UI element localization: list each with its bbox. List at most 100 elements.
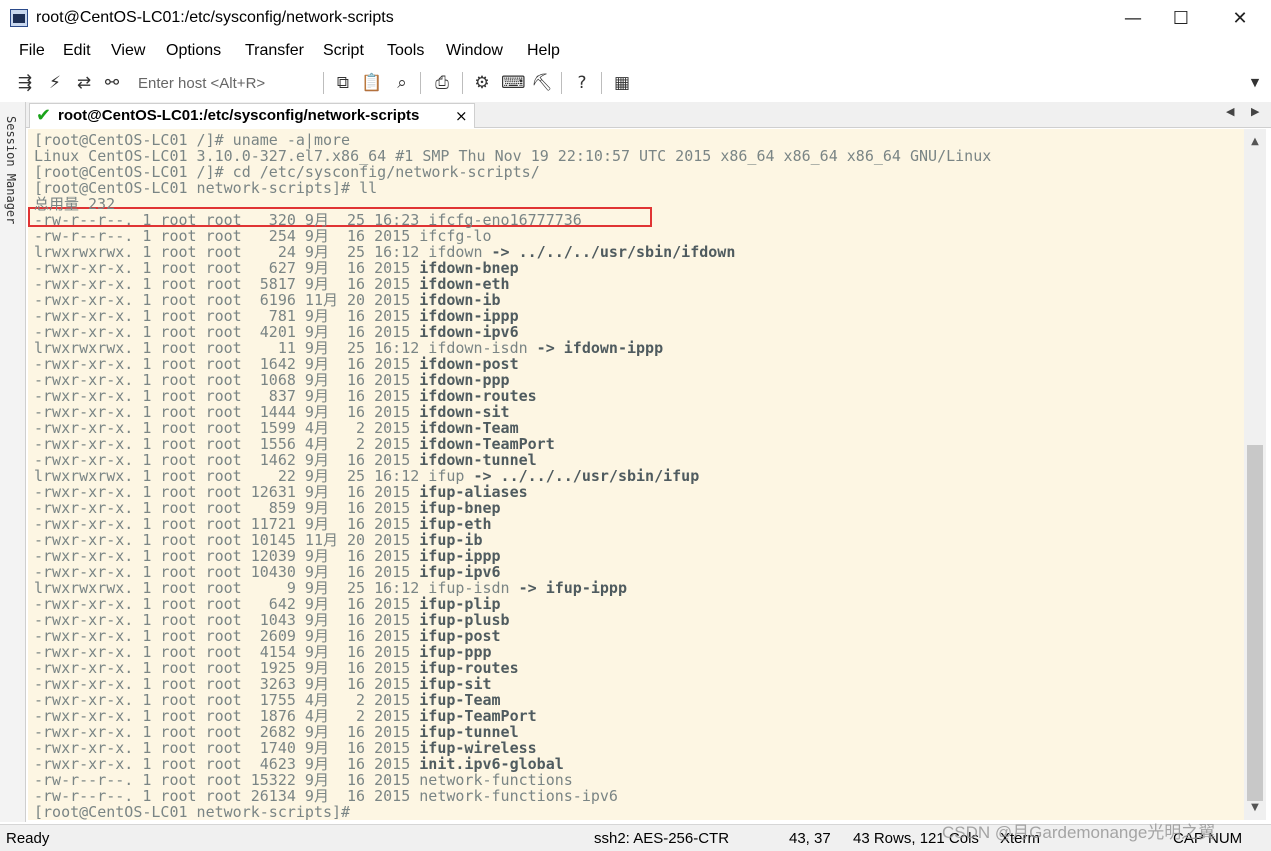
file-listing-row: -rwxr-xr-x. 1 root root 1068 9月 16 2015 …: [34, 372, 510, 388]
file-listing-row: -rwxr-xr-x. 1 root root 4623 9月 16 2015 …: [34, 756, 564, 772]
keymap-icon[interactable]: ⌨: [501, 72, 526, 94]
file-listing-row: -rwxr-xr-x. 1 root root 642 9月 16 2015 i…: [34, 596, 501, 612]
terminal-prompt: [root@CentOS-LC01 network-scripts]#: [34, 803, 351, 820]
window-title: root@CentOS-LC01:/etc/sysconfig/network-…: [36, 9, 394, 26]
terminal-line: [root@CentOS-LC01 network-scripts]# ll: [34, 179, 378, 197]
maximize-button[interactable]: ☐: [1158, 4, 1204, 34]
file-listing-row: lrwxrwxrwx. 1 root root 22 9月 25 16:12 i…: [34, 468, 699, 484]
file-listing-row: -rwxr-xr-x. 1 root root 2609 9月 16 2015 …: [34, 628, 501, 644]
print-icon[interactable]: ⎙: [431, 72, 453, 94]
file-listing-row: -rwxr-xr-x. 1 root root 11721 9月 16 2015…: [34, 516, 492, 532]
connected-check-icon: ✔: [36, 105, 52, 126]
session-tab[interactable]: ✔ root@CentOS-LC01:/etc/sysconfig/networ…: [29, 103, 475, 128]
scrollbar-thumb[interactable]: [1247, 445, 1263, 801]
file-listing-row: -rwxr-xr-x. 1 root root 1043 9月 16 2015 …: [34, 612, 510, 628]
menu-options[interactable]: Options: [166, 42, 221, 60]
app-icon: [10, 9, 28, 27]
tab-title: root@CentOS-LC01:/etc/sysconfig/network-…: [58, 107, 420, 124]
file-listing-row: -rwxr-xr-x. 1 root root 12039 9月 16 2015…: [34, 548, 501, 564]
quick-connect-icon[interactable]: ⚡: [44, 72, 66, 94]
file-listing-row: lrwxrwxrwx. 1 root root 24 9月 25 16:12 i…: [34, 244, 735, 260]
keyboard-icon[interactable]: ▦: [611, 72, 633, 94]
file-listing-row: -rwxr-xr-x. 1 root root 2682 9月 16 2015 …: [34, 724, 519, 740]
find-icon[interactable]: ⌕: [391, 72, 413, 94]
terminal-line: Linux CentOS-LC01 3.10.0-327.el7.x86_64 …: [34, 147, 992, 165]
toolbar-separator: [601, 72, 602, 94]
file-listing-row: -rwxr-xr-x. 1 root root 4201 9月 16 2015 …: [34, 324, 519, 340]
session-manager-label: Session Manager: [4, 116, 18, 225]
terminal-line: 总用量 232: [34, 195, 116, 213]
menu-file[interactable]: File: [19, 42, 45, 60]
menu-tools[interactable]: Tools: [387, 42, 424, 60]
menu-view[interactable]: View: [111, 42, 145, 60]
symlink-target: -> ifdown-ippp: [527, 339, 664, 357]
toolbar-separator: [561, 72, 562, 94]
file-listing-row: -rwxr-xr-x. 1 root root 1462 9月 16 2015 …: [34, 452, 537, 468]
file-listing-row: -rwxr-xr-x. 1 root root 1444 9月 16 2015 …: [34, 404, 510, 420]
file-listing-row: -rwxr-xr-x. 1 root root 5817 9月 16 2015 …: [34, 276, 510, 292]
symlink-target: -> ifup-ippp: [509, 579, 627, 597]
reconnect-icon[interactable]: ⇄: [73, 72, 95, 94]
file-listing-row: -rwxr-xr-x. 1 root root 859 9月 16 2015 i…: [34, 500, 501, 516]
terminal-line: [root@CentOS-LC01 /]# uname -a|more: [34, 131, 351, 149]
watermark: CSDN @月Gardemonange光明之翼: [942, 823, 1216, 842]
menu-script[interactable]: Script: [323, 42, 364, 60]
tab-close-button[interactable]: ×: [455, 107, 468, 125]
tab-bar: ✔ root@CentOS-LC01:/etc/sysconfig/networ…: [26, 102, 1271, 128]
file-listing-row: -rwxr-xr-x. 1 root root 837 9月 16 2015 i…: [34, 388, 537, 404]
file-listing-row: -rwxr-xr-x. 1 root root 1599 4月 2 2015 i…: [34, 420, 519, 436]
menu-help[interactable]: Help: [527, 42, 560, 60]
menu-edit[interactable]: Edit: [63, 42, 91, 60]
status-cursor-position: 43, 37: [789, 830, 831, 847]
terminal-scrollbar[interactable]: ▲ ▼: [1244, 129, 1266, 820]
file-listing-row: lrwxrwxrwx. 1 root root 9 9月 25 16:12 if…: [34, 580, 627, 596]
close-button[interactable]: ✕: [1217, 4, 1263, 34]
file-listing-row: -rw-r--r--. 1 root root 15322 9月 16 2015…: [34, 772, 573, 788]
sftp-icon[interactable]: ⛏: [531, 72, 553, 94]
toolbar-overflow-icon[interactable]: ▼: [1244, 72, 1266, 94]
file-listing-row: -rwxr-xr-x. 1 root root 1740 9月 16 2015 …: [34, 740, 537, 756]
scroll-down-icon[interactable]: ▼: [1244, 799, 1266, 817]
tab-scroll-right-icon[interactable]: ▶: [1251, 105, 1259, 118]
scroll-up-icon[interactable]: ▲: [1244, 133, 1266, 151]
tab-scroll-left-icon[interactable]: ◀: [1226, 105, 1234, 118]
file-listing-row: -rwxr-xr-x. 1 root root 1925 9月 16 2015 …: [34, 660, 519, 676]
session-manager-panel[interactable]: Session Manager: [0, 102, 26, 822]
menu-bar: File Edit View Options Transfer Script T…: [0, 38, 1271, 66]
file-listing-row: -rwxr-xr-x. 1 root root 4154 9月 16 2015 …: [34, 644, 492, 660]
connect-icon[interactable]: ⇶: [14, 72, 36, 94]
terminal-line: [root@CentOS-LC01 /]# cd /etc/sysconfig/…: [34, 163, 540, 181]
file-listing-row: lrwxrwxrwx. 1 root root 11 9月 25 16:12 i…: [34, 340, 663, 356]
file-listing-row: -rwxr-xr-x. 1 root root 6196 11月 20 2015…: [34, 292, 501, 308]
toolbar-separator: [462, 72, 463, 94]
file-listing-row: -rwxr-xr-x. 1 root root 1642 9月 16 2015 …: [34, 356, 519, 372]
file-listing-row: -rwxr-xr-x. 1 root root 3263 9月 16 2015 …: [34, 676, 492, 692]
terminal-screen[interactable]: [root@CentOS-LC01 /]# uname -a|more Linux…: [28, 129, 1244, 820]
help-icon[interactable]: ?: [571, 72, 593, 94]
status-cipher: ssh2: AES-256-CTR: [594, 830, 730, 847]
disconnect-icon[interactable]: ⚯: [101, 72, 123, 94]
toolbar: ⇶ ⚡ ⇄ ⚯ ⧉ 📋 ⌕ ⎙ ⚙ ⌨ ⛏ ? ▦ ▼: [0, 66, 1271, 100]
file-name: network-functions-ipv6: [419, 787, 618, 805]
paste-icon[interactable]: 📋: [361, 72, 383, 94]
file-listing-row: -rwxr-xr-x. 1 root root 1556 4月 2 2015 i…: [34, 436, 555, 452]
file-listing-row: -rw-r--r--. 1 root root 320 9月 25 16:23 …: [34, 212, 582, 228]
symlink-target: -> ../../../usr/sbin/ifdown: [482, 243, 736, 261]
file-listing-row: -rwxr-xr-x. 1 root root 627 9月 16 2015 i…: [34, 260, 519, 276]
minimize-button[interactable]: —: [1110, 4, 1156, 34]
settings-icon[interactable]: ⚙: [471, 72, 493, 94]
file-listing-row: -rwxr-xr-x. 1 root root 12631 9月 16 2015…: [34, 484, 528, 500]
file-listing-row: -rwxr-xr-x. 1 root root 10145 11月 20 201…: [34, 532, 482, 548]
host-input[interactable]: [132, 72, 312, 94]
file-listing-row: -rwxr-xr-x. 1 root root 10430 9月 16 2015…: [34, 564, 501, 580]
status-ready: Ready: [6, 830, 50, 847]
menu-window[interactable]: Window: [446, 42, 503, 60]
menu-transfer[interactable]: Transfer: [245, 42, 304, 60]
toolbar-separator: [420, 72, 421, 94]
toolbar-separator: [323, 72, 324, 94]
copy-icon[interactable]: ⧉: [332, 72, 354, 94]
file-listing-row: -rwxr-xr-x. 1 root root 1755 4月 2 2015 i…: [34, 692, 501, 708]
file-listing-row: -rwxr-xr-x. 1 root root 781 9月 16 2015 i…: [34, 308, 519, 324]
file-listing-row: -rwxr-xr-x. 1 root root 1876 4月 2 2015 i…: [34, 708, 537, 724]
file-listing-row: -rw-r--r--. 1 root root 26134 9月 16 2015…: [34, 788, 618, 804]
